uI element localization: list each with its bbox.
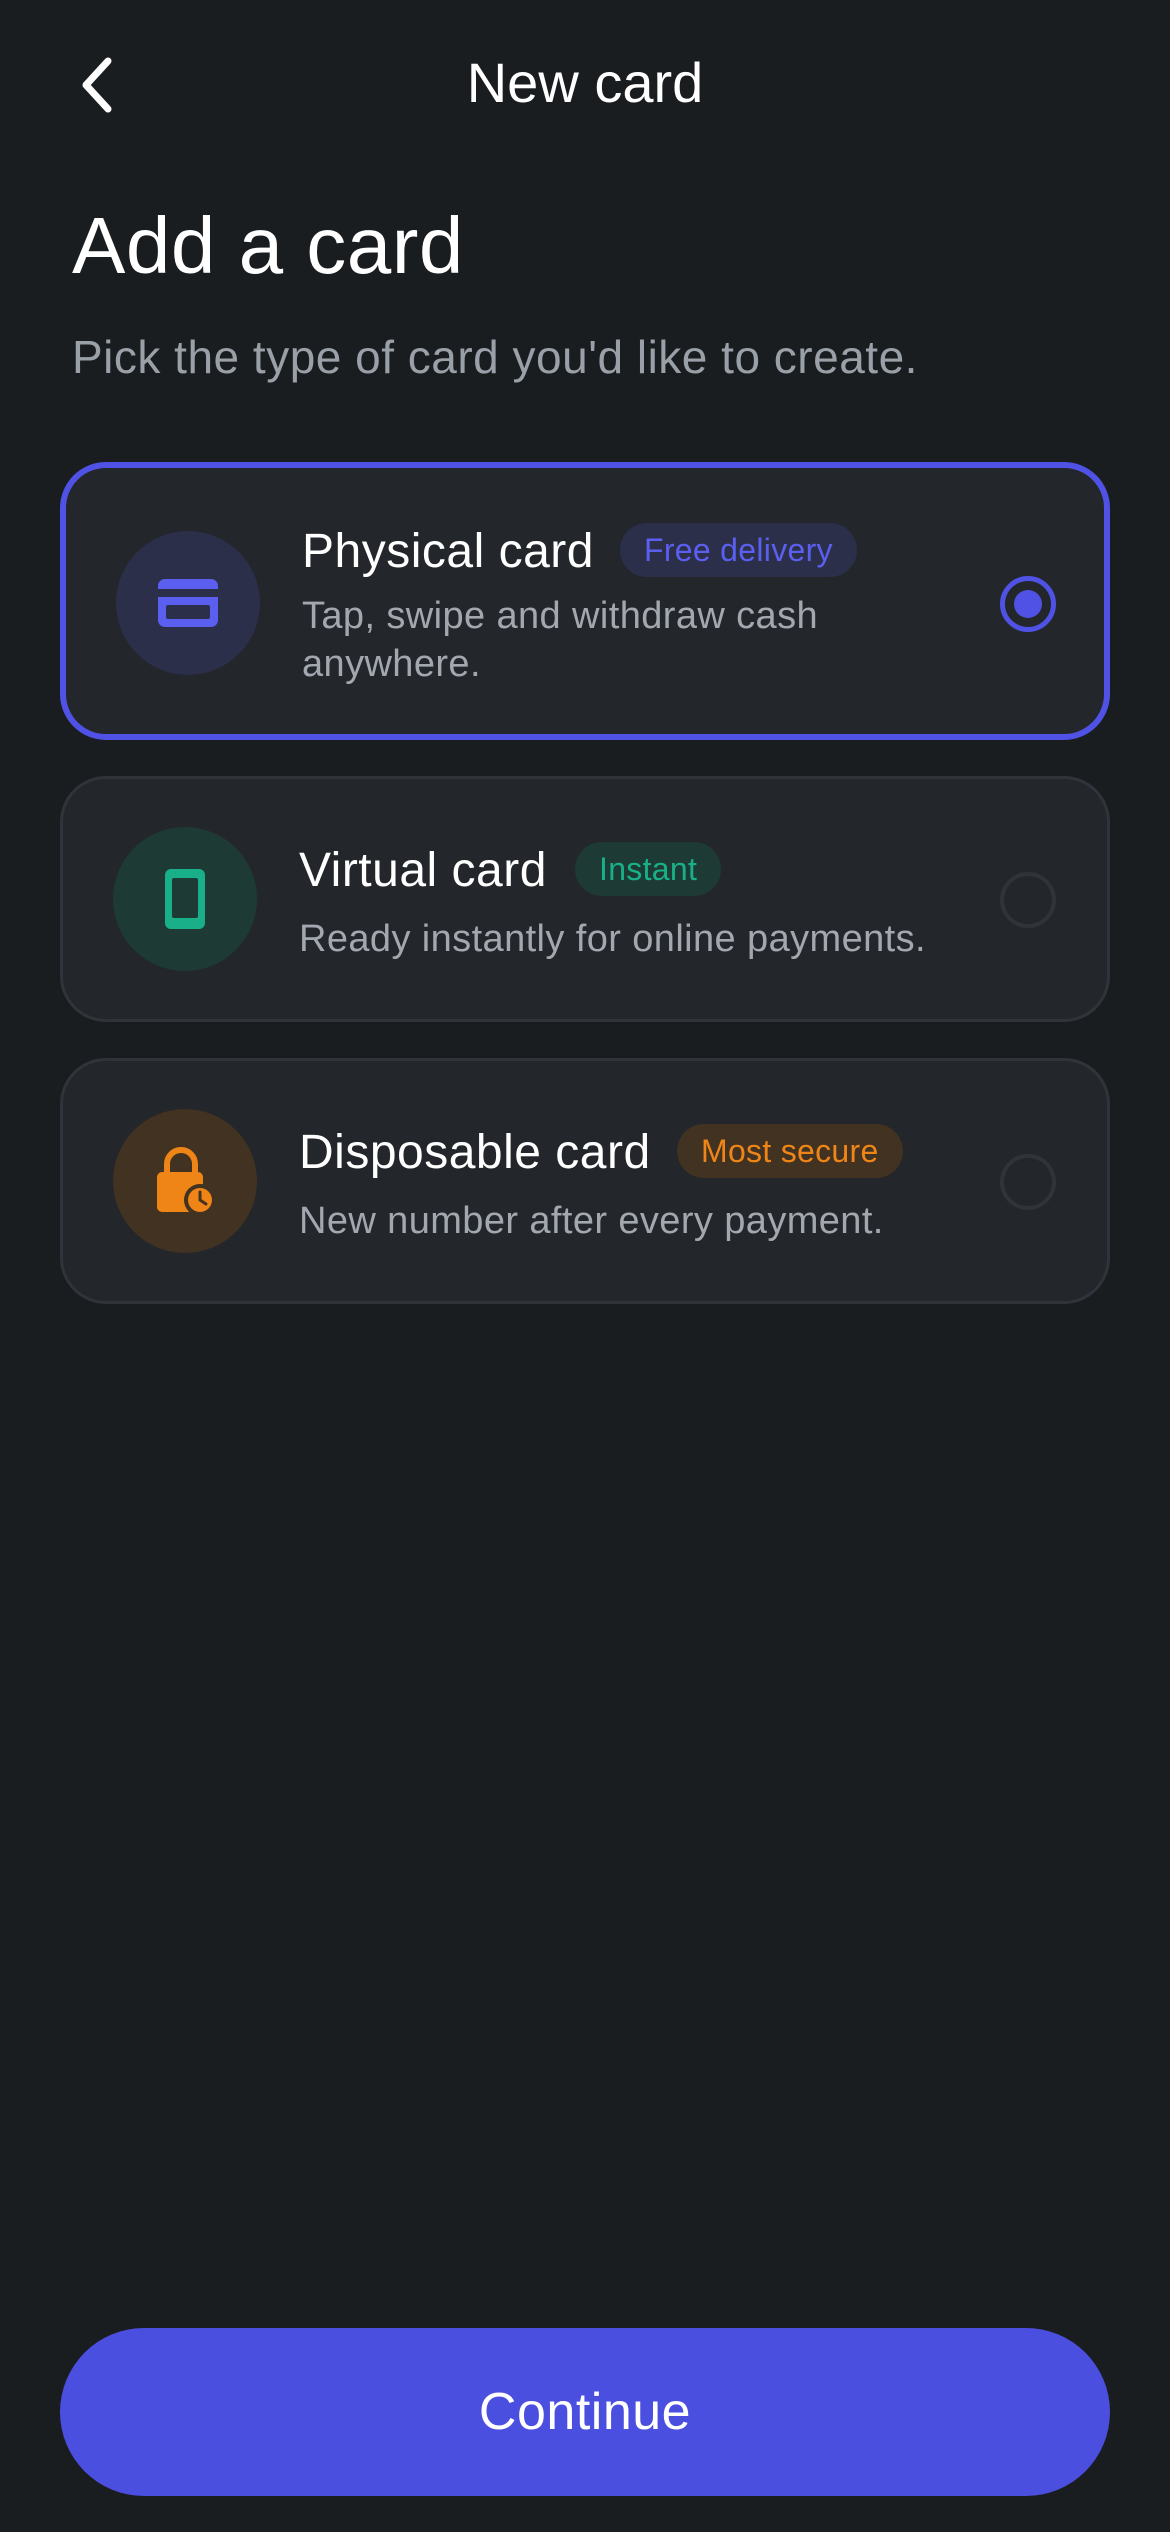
screen-title: New card xyxy=(466,51,704,114)
radio-unselected[interactable] xyxy=(1000,1154,1056,1210)
page-title: Add a card xyxy=(72,201,464,290)
credit-card-icon xyxy=(158,579,218,627)
option-disposable-card[interactable]: Disposable card Most secure New number a… xyxy=(60,1058,1110,1304)
physical-card-icon-circle xyxy=(116,531,260,675)
disposable-card-icon-circle xyxy=(113,1109,257,1253)
virtual-card-icon-circle xyxy=(113,827,257,971)
radio-selected[interactable] xyxy=(1000,576,1056,632)
option-virtual-card[interactable]: Virtual card Instant Ready instantly for… xyxy=(60,776,1110,1022)
page-subtitle: Pick the type of card you'd like to crea… xyxy=(72,331,918,383)
lock-clock-icon xyxy=(157,1147,216,1216)
radio-unselected[interactable] xyxy=(1000,872,1056,928)
option-badge: Most secure xyxy=(677,1124,903,1178)
new-card-screen: New card Add a card Pick the type of car… xyxy=(0,0,1170,2532)
option-badge: Free delivery xyxy=(620,523,857,577)
option-description: New number after every payment. xyxy=(299,1200,884,1242)
option-description: Ready instantly for online payments. xyxy=(299,918,926,960)
top-bar: New card xyxy=(0,0,1170,170)
option-title: Virtual card xyxy=(299,844,547,897)
option-physical-card[interactable]: Physical card Free delivery Tap, swipe a… xyxy=(60,462,1110,740)
smartphone-icon xyxy=(165,869,205,929)
continue-button[interactable]: Continue xyxy=(60,2328,1110,2496)
option-title: Physical card xyxy=(302,525,594,578)
option-title: Disposable card xyxy=(299,1126,651,1179)
option-badge: Instant xyxy=(575,842,722,896)
option-description: Tap, swipe and withdraw cash anywhere. xyxy=(302,595,819,685)
